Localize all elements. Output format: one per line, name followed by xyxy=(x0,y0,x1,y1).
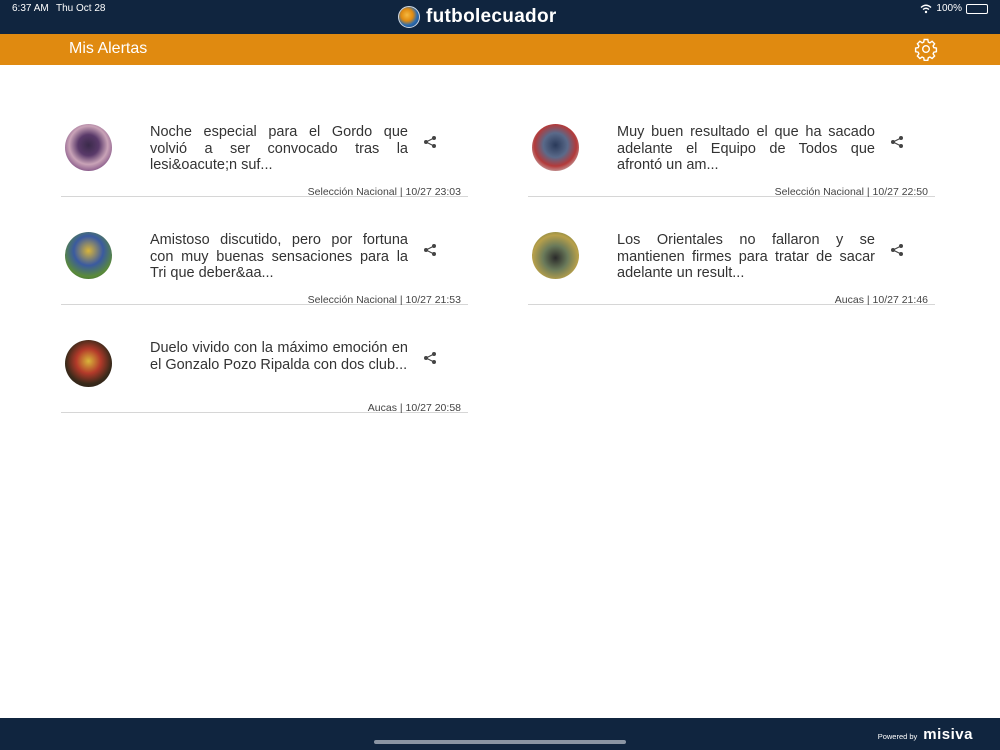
alert-headline: Muy buen resultado el que ha sacado adel… xyxy=(617,124,875,173)
avatar xyxy=(532,124,579,171)
avatar xyxy=(65,124,112,171)
powered-by: Powered by misiva xyxy=(878,726,973,743)
status-indicators: 100% xyxy=(920,3,988,14)
alert-card[interactable]: Amistoso discutido, pero por fortuna con… xyxy=(61,197,468,306)
alert-card[interactable]: Noche especial para el Gordo que volvió … xyxy=(61,89,468,198)
soccer-ball-icon xyxy=(398,6,420,28)
home-indicator[interactable] xyxy=(374,740,626,744)
share-icon[interactable] xyxy=(890,243,904,257)
share-icon[interactable] xyxy=(423,351,437,365)
status-bar: 6:37 AM Thu Oct 28 futbolecuador 100% xyxy=(0,0,1000,34)
avatar xyxy=(65,232,112,279)
battery-percent: 100% xyxy=(936,3,962,14)
share-icon[interactable] xyxy=(423,135,437,149)
alert-meta: Aucas | 10/27 21:46 xyxy=(834,294,928,306)
alert-headline: Amistoso discutido, pero por fortuna con… xyxy=(150,232,408,281)
logo-text: futbolecuador xyxy=(426,6,557,27)
page-header: Mis Alertas xyxy=(0,34,1000,65)
alert-card[interactable]: Los Orientales no fallaron y se mantiene… xyxy=(528,197,935,306)
alert-card[interactable]: Duelo vivido con la máximo emoción en el… xyxy=(61,305,468,414)
page-title: Mis Alertas xyxy=(69,40,148,57)
brand-logo: misiva xyxy=(923,726,973,743)
app-logo: futbolecuador xyxy=(398,6,557,28)
powered-by-label: Powered by xyxy=(877,732,918,741)
alert-headline: Duelo vivido con la máximo emoción en el… xyxy=(150,340,408,373)
footer-bar: Powered by misiva xyxy=(0,718,1000,750)
alert-card[interactable]: Muy buen resultado el que ha sacado adel… xyxy=(528,89,935,198)
share-icon[interactable] xyxy=(890,135,904,149)
share-icon[interactable] xyxy=(423,243,437,257)
alert-meta: Aucas | 10/27 20:58 xyxy=(367,402,461,414)
status-date: Thu Oct 28 xyxy=(56,3,106,14)
alert-headline: Noche especial para el Gordo que volvió … xyxy=(150,124,408,173)
battery-icon xyxy=(966,3,988,14)
avatar xyxy=(532,232,579,279)
gear-icon[interactable] xyxy=(914,37,938,61)
wifi-icon xyxy=(920,4,932,13)
avatar xyxy=(65,340,112,387)
status-time: 6:37 AM xyxy=(12,3,49,14)
alert-headline: Los Orientales no fallaron y se mantiene… xyxy=(617,232,875,281)
